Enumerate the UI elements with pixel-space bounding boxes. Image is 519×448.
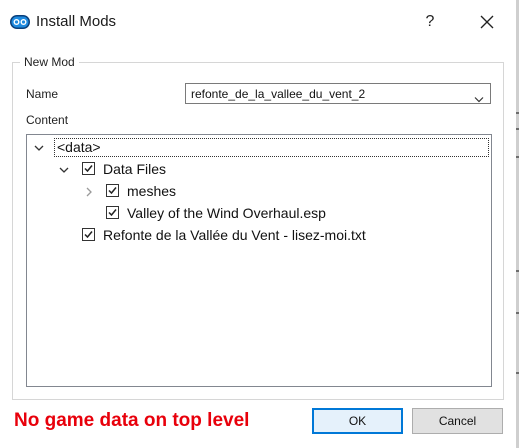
- esp-file-checkbox[interactable]: [106, 206, 119, 219]
- tree-item-meshes[interactable]: meshes: [27, 180, 491, 202]
- help-button[interactable]: ?: [418, 11, 442, 33]
- tree-item-data-root[interactable]: <data>: [27, 136, 491, 158]
- window-title: Install Mods: [36, 13, 117, 30]
- tree-item-label: <data>: [57, 139, 101, 155]
- mod-name-value: refonte_de_la_vallee_du_vent_2: [191, 87, 366, 101]
- data-files-checkbox[interactable]: [82, 162, 95, 175]
- tree-item-readme[interactable]: Refonte de la Vallée du Vent - lisez-moi…: [27, 224, 491, 246]
- error-message: No game data on top level: [14, 410, 250, 431]
- ok-button[interactable]: OK: [312, 408, 403, 434]
- install-mods-dialog: Install Mods ? New Mod Name refonte_de_l…: [0, 0, 519, 448]
- name-label: Name: [26, 87, 59, 101]
- title-bar: Install Mods ?: [0, 0, 516, 44]
- mod-organizer-icon: [10, 15, 30, 34]
- tree-item-label: Valley of the Wind Overhaul.esp: [127, 205, 326, 221]
- tree-item-esp-file[interactable]: Valley of the Wind Overhaul.esp: [27, 202, 491, 224]
- chevron-right-icon[interactable]: [83, 185, 95, 197]
- chevron-down-icon[interactable]: [474, 90, 484, 108]
- readme-checkbox[interactable]: [82, 228, 95, 241]
- tree-item-label: meshes: [127, 183, 177, 199]
- group-title: New Mod: [20, 55, 79, 69]
- mod-name-combobox[interactable]: refonte_de_la_vallee_du_vent_2: [185, 83, 491, 104]
- close-button[interactable]: [474, 9, 500, 35]
- tree-item-data-files[interactable]: Data Files: [27, 158, 491, 180]
- focus-rect: [54, 138, 489, 157]
- content-tree[interactable]: <data> Data Files meshes Valley of the W…: [26, 134, 492, 387]
- meshes-checkbox[interactable]: [106, 184, 119, 197]
- chevron-down-icon[interactable]: [33, 141, 45, 153]
- chevron-down-icon[interactable]: [58, 163, 70, 175]
- close-icon: [480, 15, 494, 29]
- cancel-button[interactable]: Cancel: [412, 408, 503, 434]
- tree-item-label: Data Files: [103, 161, 167, 177]
- tree-item-label: Refonte de la Vallée du Vent - lisez-moi…: [103, 227, 366, 243]
- content-label: Content: [26, 113, 69, 127]
